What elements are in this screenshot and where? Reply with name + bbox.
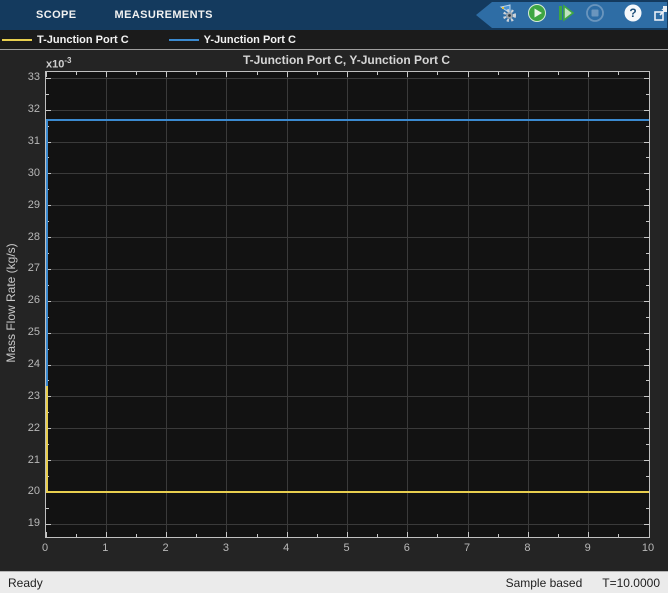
plot-title: T-Junction Port C, Y-Junction Port C (45, 53, 648, 67)
tab-measurements[interactable]: MEASUREMENTS (103, 0, 225, 30)
status-text: Ready (0, 576, 506, 590)
y-tick-label: 21 (0, 454, 40, 467)
y-tick-label: 24 (0, 358, 40, 371)
help-icon: ? (623, 3, 643, 28)
x-tick-label: 4 (266, 542, 306, 554)
legend-item-y-junction[interactable]: Y-Junction Port C (169, 34, 336, 46)
legend-line-sample-blue (169, 39, 199, 41)
tab-bar: SCOPE MEASUREMENTS (0, 0, 225, 30)
stop-icon (585, 3, 605, 28)
series-line (46, 120, 48, 387)
y-tick-label: 20 (0, 485, 40, 498)
step-forward-button[interactable] (556, 4, 576, 26)
series-line (46, 491, 649, 493)
status-bar: Ready Sample based T=10.0000 (0, 571, 668, 593)
series-line (46, 119, 649, 121)
y-tick-label: 19 (0, 517, 40, 530)
run-button[interactable] (527, 4, 547, 26)
y-tick-label: 22 (0, 422, 40, 435)
legend-line-sample-yellow (2, 39, 32, 41)
axis-multiplier: x10-3 (46, 56, 71, 71)
x-tick-label: 6 (387, 542, 427, 554)
y-tick-label: 31 (0, 135, 40, 148)
x-tick-label: 10 (628, 542, 668, 554)
run-icon (527, 3, 547, 28)
x-tick-label: 2 (146, 542, 186, 554)
y-tick-label: 26 (0, 294, 40, 307)
x-tick-label: 1 (85, 542, 125, 554)
y-tick-label: 28 (0, 231, 40, 244)
x-tick-label: 5 (327, 542, 367, 554)
legend-item-t-junction[interactable]: T-Junction Port C (0, 34, 169, 46)
plot-axes[interactable] (45, 71, 650, 538)
y-tick-label: 23 (0, 390, 40, 403)
stop-button[interactable] (585, 4, 605, 26)
y-tick-label: 30 (0, 167, 40, 180)
simulation-settings-gear-icon (498, 3, 518, 28)
simulation-time-text: T=10.0000 (602, 576, 660, 590)
x-tick-label: 7 (447, 542, 487, 554)
series-line (46, 386, 48, 492)
x-tick-label: 0 (25, 542, 65, 554)
x-tick-label: 8 (507, 542, 547, 554)
scope-window: SCOPE MEASUREMENTS (0, 0, 668, 593)
y-tick-label: 27 (0, 262, 40, 275)
dock-icon (652, 3, 668, 28)
y-tick-label: 33 (0, 71, 40, 84)
legend-bar: T-Junction Port C Y-Junction Port C (0, 30, 668, 50)
legend-label: Y-Junction Port C (204, 34, 296, 46)
toolstrip: SCOPE MEASUREMENTS (0, 0, 668, 30)
y-tick-label: 25 (0, 326, 40, 339)
x-tick-label: 3 (206, 542, 246, 554)
sample-mode-text: Sample based (506, 576, 583, 590)
simulation-settings-button[interactable] (498, 4, 518, 26)
y-tick-label: 32 (0, 103, 40, 116)
svg-text:?: ? (629, 6, 636, 20)
tab-scope[interactable]: SCOPE (24, 0, 89, 30)
x-tick-label: 9 (568, 542, 608, 554)
dock-button[interactable] (652, 4, 668, 26)
toolbar-quick-access: ? (476, 2, 667, 28)
help-button[interactable]: ? (623, 4, 643, 26)
plot-figure: T-Junction Port C, Y-Junction Port C x10… (0, 50, 668, 571)
legend-label: T-Junction Port C (37, 34, 129, 46)
y-tick-label: 29 (0, 199, 40, 212)
step-forward-icon (556, 3, 576, 28)
